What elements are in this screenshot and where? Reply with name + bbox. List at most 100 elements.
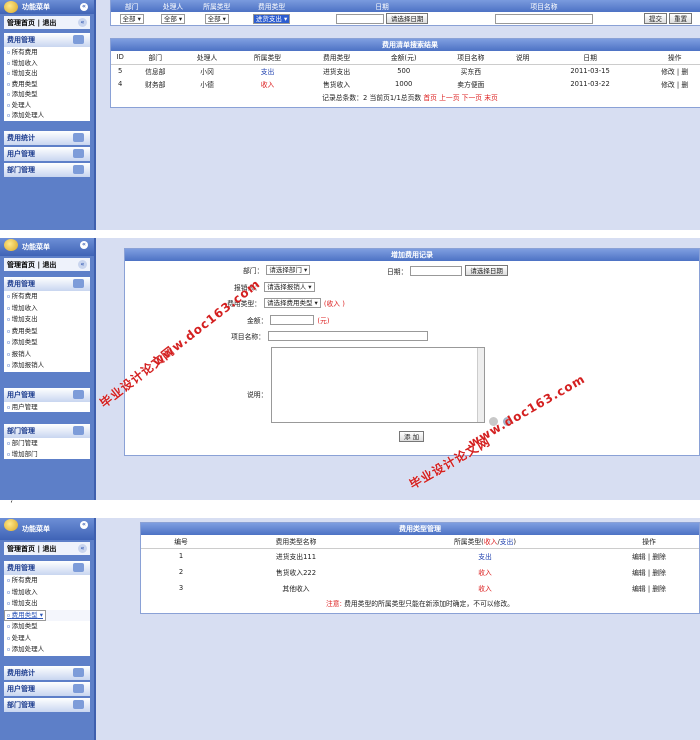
cell-kind: 收入 [478,569,492,577]
dept-section[interactable]: 部门管理 [4,697,90,712]
add-button[interactable]: 添 加 [399,431,425,442]
exit-link[interactable]: 退出 [42,18,56,28]
cell-handler: 小冈 [200,67,214,76]
pager-last[interactable]: 末页 [484,94,498,102]
main-area: 部门 处理人 所属类型 费用类型 日期 项目名称 全部 全部 全部 进货支出 请… [98,0,700,230]
main-area: 增加费用记录 部门：请选择部门 日期：请选择日期 报销人：请选择报销人 费用类型… [98,238,700,500]
person-select[interactable]: 请选择报销人 [264,282,315,292]
home-link[interactable]: 管理首页 [7,18,35,28]
kind-select[interactable]: 全部 [204,13,229,24]
sidebar-item-add-income[interactable]: 增加收入 [4,57,90,68]
date-input[interactable] [335,14,384,24]
collapse-icon[interactable]: « [80,3,88,11]
cell-ops[interactable]: 编辑 | 删除 [599,548,699,564]
sidebar-item-dept[interactable]: 部门管理 [4,438,90,449]
sidebar-item-users[interactable]: 用户管理 [4,401,90,412]
scrollbar[interactable] [477,348,484,422]
cell-type: 售货收入 [322,80,351,89]
cell-date: 2011-03-22 [570,79,610,88]
separator: | [37,18,40,27]
collapse-icon[interactable]: « [80,241,88,249]
expense-section-title[interactable]: 费用管理 [4,277,90,291]
sidebar: 功能菜单 « 管理首页 | 退出 « 费用管理 所有费用 增加收入 增加支出 费用类… [0,518,96,740]
dept-section[interactable]: 部门管理 [4,162,90,177]
type-select[interactable]: 请选择费用类型 [263,298,321,308]
sidebar-item-add-dept[interactable]: 增加部门 [4,448,90,459]
project-input[interactable] [494,13,593,24]
pager-first[interactable]: 首页 [423,94,437,102]
sidebar-item-add-handler[interactable]: 添加处理人 [4,110,90,121]
sidebar-item-all[interactable]: 所有费用 [4,291,90,303]
col-header: 处理人 [196,54,218,63]
user-section[interactable]: 用户管理 [4,146,90,161]
cell-id: 4 [118,79,123,88]
sidebar-item-add-handler[interactable]: 添加处理人 [4,644,90,656]
dept-select[interactable]: 全部 [119,13,144,24]
col-kind-out: 支出 [499,538,514,547]
collapse-icon[interactable]: « [80,521,88,529]
sidebar-item-add-type[interactable]: 添加类型 [4,337,90,349]
pager-prev[interactable]: 上一页 [439,94,459,102]
sidebar-item-add-expense[interactable]: 增加支出 [4,68,90,79]
date-button[interactable]: 请选择日期 [465,265,508,276]
tools-icon [73,164,84,174]
sidebar-item-add-type[interactable]: 添加类型 [4,89,90,100]
sidebar-item-add-expense[interactable]: 增加支出 [4,314,90,326]
dept-section[interactable]: 部门管理 [4,424,90,438]
home-link[interactable]: 管理首页 [7,544,35,554]
cell-dept: 信息部 [145,67,166,76]
user-icon [73,148,84,158]
dept-select[interactable]: 请选择部门 [266,265,311,275]
exit-link[interactable]: 退出 [42,260,56,270]
sidebar-item-add-type[interactable]: 添加类型 [4,621,90,633]
submit-button[interactable]: 提交 [643,13,667,24]
pager-next[interactable]: 下一页 [462,94,482,102]
section-label: 费用管理 [7,564,35,572]
date-button[interactable]: 请选择日期 [385,13,429,24]
cell-project: 买东西 [460,67,482,76]
sidebar-item-handler[interactable]: 处理人 [4,99,90,110]
table-row: 3 其他收入 收入 编辑 | 删除 [141,580,699,596]
project-input[interactable] [267,331,428,341]
cell-ops[interactable]: 修改 | 删 [640,64,700,77]
sidebar-item-types[interactable]: 费用类型 [4,609,46,621]
handler-select[interactable]: 全部 [160,13,186,24]
note-textarea[interactable] [271,347,485,423]
cell-no: 2 [178,568,184,576]
sidebar-item-all[interactable]: 所有费用 [4,575,90,587]
col-header: 操作 [642,538,656,547]
chevron-icon[interactable]: « [78,260,87,269]
sidebar-item-add-expense[interactable]: 增加支出 [4,598,90,610]
filter-header [627,0,700,12]
cell-ops[interactable]: 编辑 | 删除 [599,580,699,596]
exit-link[interactable]: 退出 [42,544,56,554]
user-section[interactable]: 用户管理 [4,387,90,402]
cell-ops[interactable]: 编辑 | 删除 [599,564,699,580]
screenshot-type-management: 功能菜单 « 管理首页 | 退出 « 费用管理 所有费用 增加收入 增加支出 费用类… [0,518,700,740]
chevron-icon[interactable]: « [78,18,87,27]
amount-input[interactable] [270,315,315,325]
home-link[interactable]: 管理首页 [7,260,35,270]
sidebar-item-types[interactable]: 费用类型 [4,325,90,337]
stats-section[interactable]: 费用统计 [4,665,90,680]
expense-section-title[interactable]: 费用管理 [4,561,90,575]
chevron-icon[interactable]: « [78,544,87,553]
date-row: 日期： 请选择日期 [387,265,508,276]
sidebar-item-types[interactable]: 费用类型 [4,78,90,89]
type-select[interactable]: 进货支出 [252,13,291,24]
sidebar-item-add-income[interactable]: 增加收入 [4,586,90,598]
sidebar-item-add-income[interactable]: 增加收入 [4,302,90,314]
sidebar-item-add-reimburser[interactable]: 添加报销人 [4,360,90,372]
sidebar-item-reimburser[interactable]: 报销人 [4,348,90,360]
expense-section-title[interactable]: 费用管理 [4,33,90,47]
user-section[interactable]: 用户管理 [4,681,90,696]
reset-button[interactable]: 重置 [669,13,693,24]
stats-section[interactable]: 费用统计 [4,130,90,145]
mgmt-bar: 管理首页 | 退出 « [4,258,90,271]
cell-ops[interactable]: 修改 | 删 [640,77,700,90]
result-box: 费用清单搜索结果 ID 部门 处理人 所属类型 费用类型 金额(元) 项目名称 … [110,38,700,108]
sidebar-item-handler[interactable]: 处理人 [4,632,90,644]
sidebar-item-all[interactable]: 所有费用 [4,47,90,58]
user-panel: 用户管理 用户管理 [4,387,90,412]
date-input[interactable] [410,265,463,276]
